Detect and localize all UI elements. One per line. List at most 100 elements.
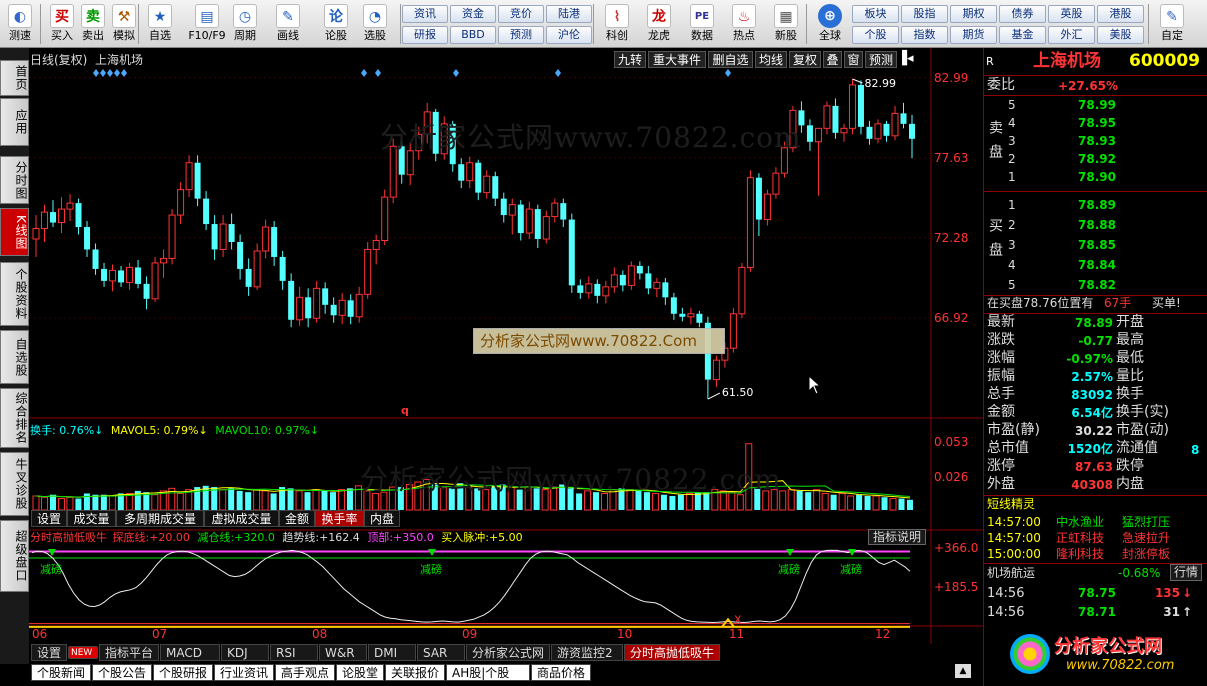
bottom-tab-0[interactable]: 设置 (31, 644, 67, 661)
quick2-button-期货[interactable]: 期货 (950, 26, 997, 44)
vol-tab-4[interactable]: 金额 (279, 510, 315, 527)
event-diamond-icon[interactable] (121, 69, 127, 77)
quick-button-资金[interactable]: 资金 (450, 5, 496, 23)
quick2-button-个股[interactable]: 个股 (852, 26, 899, 44)
sell-price[interactable]: 78.99 (1078, 98, 1116, 113)
volume-bar (889, 498, 897, 511)
toolbar2-button-2[interactable]: PE 数据 (683, 2, 721, 46)
event-diamond-icon[interactable] (114, 69, 120, 77)
chart-btn-删自选[interactable]: 删自选 (708, 51, 753, 68)
bottom-tab-5[interactable]: RSI (270, 644, 318, 661)
news-tab-1[interactable]: 个股公告 (92, 664, 152, 681)
toolbar2-button-4[interactable]: ▦ 新股 (767, 2, 805, 46)
quick2-button-基金[interactable]: 基金 (999, 26, 1046, 44)
buy-price[interactable]: 78.84 (1078, 258, 1116, 273)
sell-price[interactable]: 78.90 (1078, 170, 1116, 185)
chart-btn-预测[interactable]: 预测 (865, 51, 897, 68)
quick2-button-美股[interactable]: 美股 (1097, 26, 1144, 44)
bottom-tab-4[interactable]: KDJ (221, 644, 269, 661)
custom-button[interactable]: ✎ 自定 (1152, 2, 1192, 46)
news-tab-7[interactable]: AH股|个股 (446, 664, 530, 681)
quick-button-陆港[interactable]: 陆港 (546, 5, 592, 23)
toolbar-button-6[interactable]: ◷ 周期 (227, 2, 263, 46)
vol-tab-5[interactable]: 换手率 (315, 510, 364, 527)
scroll-up-icon[interactable]: ▲ (955, 664, 971, 678)
bottom-tab-7[interactable]: DMI (368, 644, 416, 661)
sprite-stock[interactable]: 正虹科技 (1056, 531, 1104, 546)
quick2-button-港股[interactable]: 港股 (1097, 5, 1144, 23)
sell-price[interactable]: 78.93 (1078, 134, 1116, 149)
news-tab-0[interactable]: 个股新闻 (31, 664, 91, 681)
toolbar-button-7[interactable]: ✎ 画线 (270, 2, 306, 46)
bottom-tab-9[interactable]: 分析家公式网 (466, 644, 550, 661)
quick2-button-外汇[interactable]: 外汇 (1048, 26, 1095, 44)
event-diamond-icon[interactable] (555, 69, 561, 77)
news-tab-5[interactable]: 论股堂 (336, 664, 384, 681)
toolbar-button-3[interactable]: ⚒ 模拟 (106, 2, 142, 46)
buy-price[interactable]: 78.88 (1078, 218, 1116, 233)
bottom-tab-6[interactable]: W&R (319, 644, 367, 661)
news-tab-2[interactable]: 个股研报 (153, 664, 213, 681)
sector-quote-button[interactable]: 行情 (1170, 564, 1203, 581)
news-tab-6[interactable]: 关联报价 (385, 664, 445, 681)
news-tab-4[interactable]: 高手观点 (275, 664, 335, 681)
news-tab-8[interactable]: 商品价格 (531, 664, 591, 681)
sprite-stock[interactable]: 中水渔业 (1056, 515, 1104, 530)
event-diamond-icon[interactable] (93, 69, 99, 77)
event-diamond-icon[interactable] (725, 69, 731, 77)
toolbar2-button-0[interactable]: ⌇ 科创 (598, 2, 636, 46)
toolbar-button-4[interactable]: ★ 自选 (142, 2, 178, 46)
news-tab-3[interactable]: 行业资讯 (214, 664, 274, 681)
vol-tab-1[interactable]: 成交量 (67, 510, 116, 527)
quick2-button-英股[interactable]: 英股 (1048, 5, 1095, 23)
chart-btn-重大事件[interactable]: 重大事件 (648, 51, 706, 68)
chart-btn-九转[interactable]: 九转 (614, 51, 646, 68)
bottom-tab-1[interactable]: NEW (68, 646, 98, 659)
chart-btn-窗[interactable]: 窗 (844, 51, 863, 68)
quick2-button-期权[interactable]: 期权 (950, 5, 997, 23)
quick-button-竞价[interactable]: 竞价 (498, 5, 544, 23)
quick-button-研报[interactable]: 研报 (402, 26, 448, 44)
event-diamond-icon[interactable] (107, 69, 113, 77)
quick2-button-债券[interactable]: 债券 (999, 5, 1046, 23)
bottom-tab-3[interactable]: MACD (160, 644, 220, 661)
toolbar-button-8[interactable]: 论论股 (318, 2, 354, 46)
candle-body (50, 212, 57, 223)
quick2-button-指数[interactable]: 指数 (901, 26, 948, 44)
toolbar2-button-3[interactable]: ♨ 热点 (725, 2, 763, 46)
toolbar-button-9[interactable]: ◔ 选股 (357, 2, 393, 46)
event-diamond-icon[interactable] (100, 69, 106, 77)
chart-menu-icon[interactable]: ▐◂ (897, 51, 914, 66)
buy-price[interactable]: 78.85 (1078, 238, 1116, 253)
quick2-button-板块[interactable]: 板块 (852, 5, 899, 23)
global-button[interactable]: ⊕ 全球 (810, 2, 850, 46)
bottom-tab-2[interactable]: 指标平台 (99, 644, 159, 661)
indicator-help-button[interactable]: 指标说明 (868, 529, 927, 545)
vol-tab-6[interactable]: 内盘 (364, 510, 400, 527)
quick-button-BBD[interactable]: BBD (450, 26, 496, 44)
toolbar-button-5[interactable]: ▤ F10/F9 (186, 2, 228, 46)
event-diamond-icon[interactable] (375, 69, 381, 77)
bottom-tab-8[interactable]: SAR (417, 644, 465, 661)
event-diamond-icon[interactable] (361, 69, 367, 77)
buy-price[interactable]: 78.89 (1078, 198, 1116, 213)
quick2-button-股指[interactable]: 股指 (901, 5, 948, 23)
event-diamond-icon[interactable] (453, 69, 459, 77)
quick-button-资讯[interactable]: 资讯 (402, 5, 448, 23)
chart-btn-叠[interactable]: 叠 (823, 51, 842, 68)
bottom-tab-11[interactable]: 分时高抛低吸牛 (624, 644, 720, 661)
toolbar2-button-1[interactable]: 龙龙虎 (640, 2, 678, 46)
bottom-tab-10[interactable]: 游资监控2 (551, 644, 623, 661)
chart-btn-复权[interactable]: 复权 (789, 51, 821, 68)
vol-tab-3[interactable]: 虚拟成交量 (204, 510, 279, 527)
sprite-stock[interactable]: 隆利科技 (1056, 547, 1104, 562)
quick-button-沪伦[interactable]: 沪伦 (546, 26, 592, 44)
vol-tab-2[interactable]: 多周期成交量 (116, 510, 204, 527)
quick-button-预测[interactable]: 预测 (498, 26, 544, 44)
toolbar-button-0[interactable]: ◐ 测速 (2, 2, 38, 46)
sell-price[interactable]: 78.92 (1078, 152, 1116, 167)
vol-tab-0[interactable]: 设置 (31, 510, 67, 527)
sell-price[interactable]: 78.95 (1078, 116, 1116, 131)
buy-price[interactable]: 78.82 (1078, 278, 1116, 293)
chart-btn-均线[interactable]: 均线 (755, 51, 787, 68)
